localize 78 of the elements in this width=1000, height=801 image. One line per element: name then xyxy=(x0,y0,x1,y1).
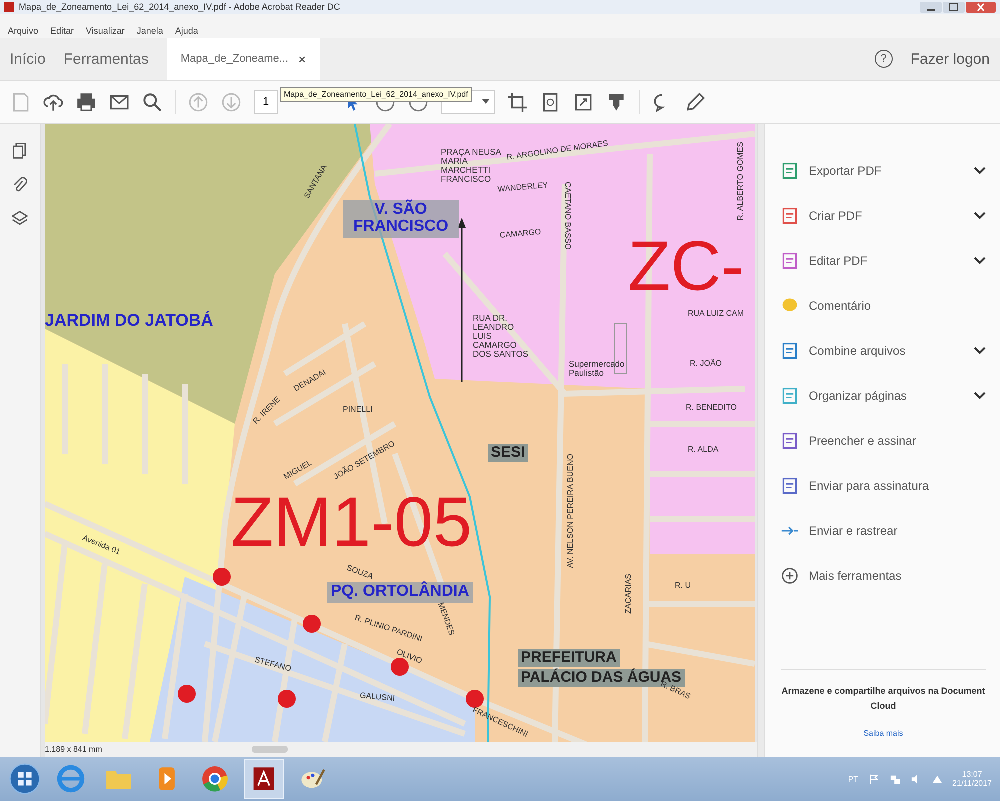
street-label: AV. NELSON PEREIRA BUENO xyxy=(567,454,576,568)
chevron-down-icon[interactable] xyxy=(974,212,986,220)
minimize-icon[interactable] xyxy=(920,2,942,12)
zone-label: ZC- xyxy=(628,230,745,304)
pages-icon[interactable] xyxy=(11,142,29,160)
landmark-label: SESI xyxy=(488,444,528,462)
marker-dot xyxy=(466,690,484,708)
marker-dot xyxy=(213,568,231,586)
district-label: PQ. ORTOLÂNDIA xyxy=(327,582,474,603)
street-label: CAETANO BASSO xyxy=(563,182,572,250)
street-label: R. ALBERTO GOMES xyxy=(737,142,746,221)
landmark-label: PREFEITURA xyxy=(518,649,620,667)
pen-icon[interactable] xyxy=(685,92,706,112)
page-size-text: 1.189 x 841 mm xyxy=(45,745,102,754)
marker-dot xyxy=(178,685,196,703)
vertical-scrollbar[interactable] xyxy=(757,124,764,757)
menu-item[interactable]: Janela xyxy=(136,26,164,36)
highlighter-icon[interactable] xyxy=(606,92,627,112)
tool-item[interactable]: Preencher e assinar xyxy=(781,418,986,463)
street-label: RUA LUIZ CAM xyxy=(688,310,744,318)
tool-item[interactable]: Comentário xyxy=(781,283,986,328)
sign-in-link[interactable]: Fazer logon xyxy=(910,50,990,68)
help-button[interactable]: ? xyxy=(874,50,893,68)
tab[interactable]: Início xyxy=(10,38,46,80)
menu-item[interactable]: Ajuda xyxy=(175,26,198,36)
fit-page-icon[interactable] xyxy=(573,92,594,112)
neighborhood-label: JARDIM DO JATOBÁ xyxy=(45,312,214,330)
tool-item[interactable]: Criar PDF xyxy=(781,193,986,238)
chevron-down-icon[interactable] xyxy=(974,346,986,354)
street-label: CAMARGO xyxy=(500,228,542,240)
zone-label: ZM1-05 xyxy=(231,486,472,560)
street-label: R. JOÃO xyxy=(690,360,722,368)
street-label: ZACARIAS xyxy=(625,574,634,614)
file-name-tooltip: Mapa_de_Zoneamento_Lei_62_2014_anexo_IV.pdf xyxy=(280,87,472,102)
start-button[interactable] xyxy=(8,762,42,796)
tab[interactable]: Mapa_de_Zoneame... × xyxy=(166,38,320,80)
street-label: GALUSNI xyxy=(360,692,396,704)
learn-more-link[interactable]: Saiba mais xyxy=(864,729,904,738)
tool-item[interactable]: Editar PDF xyxy=(781,238,986,283)
street-label: R. U xyxy=(675,582,691,590)
tool-item[interactable]: Mais ferramentas xyxy=(781,553,986,598)
caret-icon xyxy=(482,99,490,105)
pdf-icon xyxy=(4,2,14,12)
map-caption: PRAÇA NEUSA MARIA MARCHETTI FRANCISCO xyxy=(441,148,502,184)
cloud-promo-text: Armazene e compartilhe arquivos na Document Cloud xyxy=(781,685,986,713)
maximize-icon[interactable] xyxy=(943,2,965,12)
tool-item[interactable]: Combine arquivos xyxy=(781,328,986,373)
horizontal-scrollbar[interactable] xyxy=(252,746,288,753)
print-icon[interactable] xyxy=(76,92,97,112)
street-label: WANDERLEY xyxy=(498,182,549,194)
marker-dot xyxy=(278,690,296,708)
tool-item[interactable]: Exportar PDF xyxy=(781,148,986,193)
street-label: R. ALDA xyxy=(688,446,719,454)
menu-item[interactable]: Visualizar xyxy=(86,26,125,36)
tab[interactable]: Ferramentas xyxy=(64,38,149,80)
window-title: Mapa_de_Zoneamento_Lei_62_2014_anexo_IV.pdf - Adobe Acrobat Reader DC xyxy=(19,2,340,12)
chevron-down-icon[interactable] xyxy=(974,392,986,400)
chevron-down-icon[interactable] xyxy=(974,256,986,264)
chevron-down-icon[interactable] xyxy=(974,166,986,174)
close-icon[interactable] xyxy=(966,2,996,12)
menu-item[interactable]: Arquivo xyxy=(8,26,39,36)
tool-item[interactable]: Enviar e rastrear xyxy=(781,508,986,553)
search-icon[interactable] xyxy=(142,92,163,112)
menu-item[interactable]: Editar xyxy=(50,26,74,36)
street-label: OLIVIO xyxy=(395,648,424,666)
street-label: PINELLI xyxy=(343,406,373,414)
crop-icon[interactable] xyxy=(507,92,528,112)
layers-icon[interactable] xyxy=(11,210,29,228)
page-number-field[interactable]: 1 xyxy=(254,90,278,114)
district-label: V. SÃO FRANCISCO xyxy=(343,200,459,238)
acrobat-icon[interactable] xyxy=(244,759,284,799)
street-label: R. ARGOLINO DE MORAES xyxy=(506,140,609,162)
map-caption: RUA DR. LEANDRO LUIS CAMARGO DOS SANTOS xyxy=(473,314,529,359)
marker-dot xyxy=(303,615,321,633)
tool-item[interactable]: Organizar páginas xyxy=(781,373,986,418)
tool-item[interactable]: Enviar para assinatura xyxy=(781,463,986,508)
street-label: R. BENEDITO xyxy=(686,404,737,412)
map-caption: Supermercado Paulistão xyxy=(569,360,626,378)
